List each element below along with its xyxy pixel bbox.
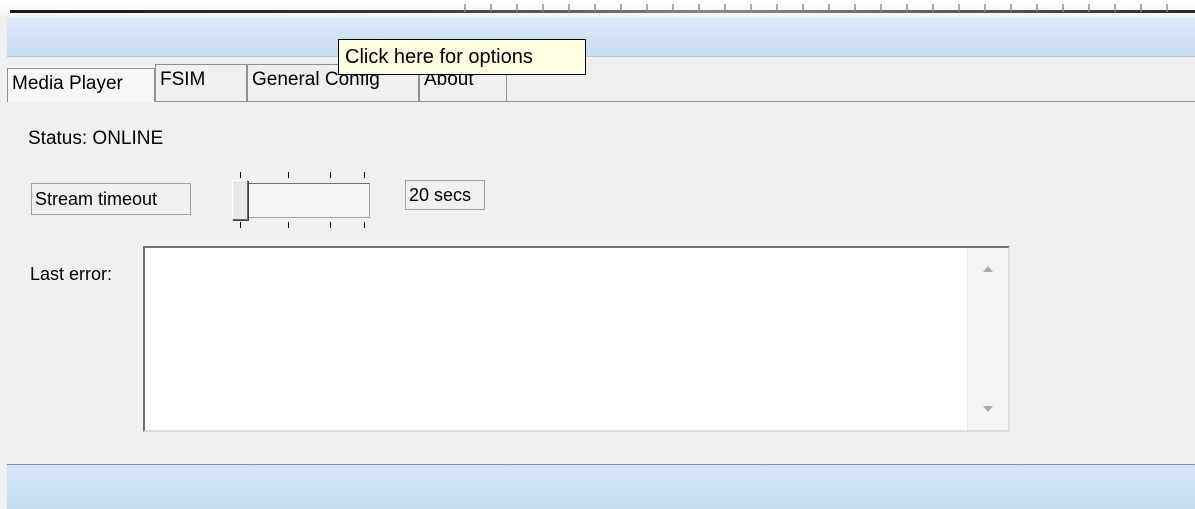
slider-thumb[interactable] xyxy=(232,180,248,220)
status-text: Status: ONLINE xyxy=(28,128,164,149)
slider-tick xyxy=(330,222,331,228)
tab-label: Media Player xyxy=(12,73,123,94)
window-top-decoration xyxy=(440,4,1180,12)
slider-tick xyxy=(288,172,289,178)
tab-media-player[interactable]: Media Player xyxy=(7,68,155,102)
last-error-label: Last error: xyxy=(30,264,113,284)
slider-tick xyxy=(364,222,365,228)
slider-tick xyxy=(288,222,289,228)
last-error-textarea[interactable] xyxy=(143,246,1010,432)
stream-timeout-value: 20 secs xyxy=(405,180,485,210)
slider-tick xyxy=(364,172,365,178)
tab-fsim[interactable]: FSIM xyxy=(155,64,247,101)
stream-timeout-slider[interactable] xyxy=(232,172,372,228)
tab-label: FSIM xyxy=(160,69,206,90)
last-error-text[interactable] xyxy=(149,252,964,426)
slider-tick xyxy=(240,222,241,228)
scroll-down-arrow-icon[interactable] xyxy=(983,406,993,412)
scroll-up-arrow-icon[interactable] xyxy=(983,266,993,272)
slider-tick xyxy=(330,172,331,178)
slider-track[interactable] xyxy=(238,183,370,218)
title-bar[interactable] xyxy=(7,18,1195,57)
slider-tick xyxy=(240,172,241,178)
options-tooltip: Click here for options xyxy=(338,39,586,75)
vertical-scrollbar[interactable] xyxy=(967,248,1008,430)
status-bar xyxy=(7,464,1195,509)
tab-strip: Media Player FSIM General Config About xyxy=(7,64,1195,102)
stream-timeout-label: Stream timeout xyxy=(31,183,191,215)
